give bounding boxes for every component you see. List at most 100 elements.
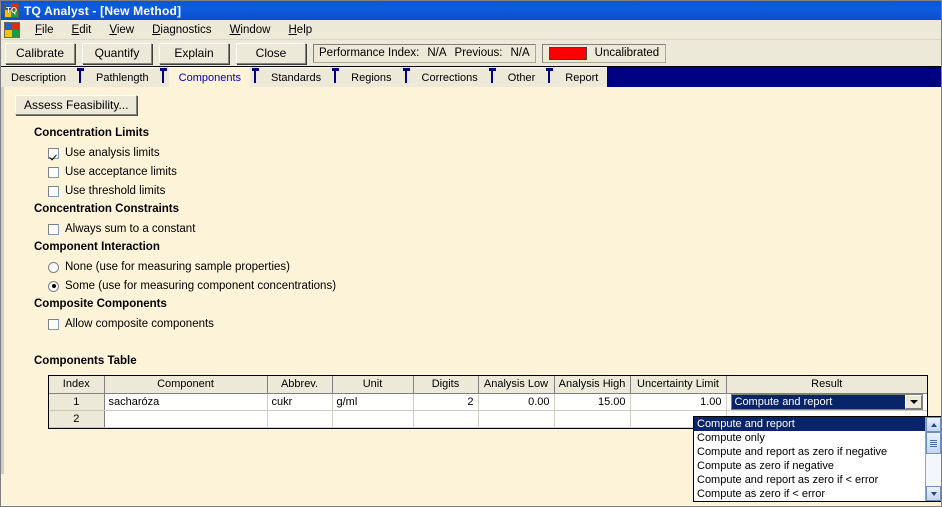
result-dropdown-list[interactable]: Compute and report Compute only Compute … [693,416,941,502]
result-combobox[interactable]: Compute and report [730,393,923,409]
assess-feasibility-button[interactable]: Assess Feasibility... [15,95,138,115]
chevron-down-icon[interactable] [905,394,922,409]
tab-regions[interactable]: Regions [341,67,401,87]
cell-analysis-high[interactable] [554,410,631,428]
menu-item-file[interactable]: File [26,22,63,38]
menu-item-file-rest: ile [42,23,54,36]
scroll-down-icon[interactable] [926,486,941,501]
checkbox-label: Use threshold limits [65,185,166,197]
scroll-up-icon[interactable] [926,417,941,432]
dropdown-option-compute-zero-if-negative[interactable]: Compute as zero if negative [694,459,925,473]
group-heading-component-interaction: Component Interaction [34,241,160,253]
cell-component[interactable] [104,410,268,428]
performance-index-label: Performance Index: [319,47,420,59]
cell-abbrev[interactable]: cukr [267,393,333,411]
radio-label: None (use for measuring sample propertie… [65,261,290,273]
tab-pathlength[interactable]: Pathlength [86,67,158,87]
main-toolbar: Calibrate Quantify Explain Close Perform… [1,40,941,66]
group-heading-concentration-limits: Concentration Limits [34,127,150,139]
dropdown-scrollbar[interactable] [925,417,941,501]
checkbox-box[interactable] [48,318,59,330]
cell-unit[interactable]: g/ml [332,393,414,411]
checkbox-box[interactable] [48,147,59,159]
tab-standards[interactable]: Standards [261,67,331,87]
tab-report[interactable]: Report [555,67,608,87]
tab-separator [486,67,498,87]
scrollbar-thumb[interactable] [926,432,941,454]
menu-item-edit-rest: dit [79,23,92,36]
dropdown-option-compute-only[interactable]: Compute only [694,431,925,445]
cell-component[interactable]: sacharóza [104,393,268,411]
menu-bar: File Edit View Diagnostics Window Help [1,20,941,40]
explain-button[interactable]: Explain [159,42,229,64]
menu-item-diagnostics[interactable]: Diagnostics [143,22,220,38]
column-header-abbrev[interactable]: Abbrev. [267,376,333,394]
cell-digits[interactable]: 2 [413,393,479,411]
scrollbar-track[interactable] [926,432,941,486]
checkbox-label: Use acceptance limits [65,166,177,178]
column-header-index[interactable]: Index [49,376,105,394]
column-header-digits[interactable]: Digits [413,376,479,394]
cell-index: 1 [49,393,105,411]
tab-separator [250,67,262,87]
group-heading-composite-components: Composite Components [34,298,167,310]
tab-separator [75,67,87,87]
column-header-unit[interactable]: Unit [332,376,414,394]
tq-document-icon[interactable] [4,21,20,38]
column-header-component[interactable]: Component [104,376,268,394]
cell-uncertainty-limit[interactable]: 1.00 [630,393,727,411]
checkbox-box[interactable] [48,185,59,197]
result-combobox-value: Compute and report [731,394,905,409]
checkbox-always-sum-to-constant[interactable]: Always sum to a constant [48,223,195,235]
tab-components[interactable]: Components [168,67,251,87]
menu-item-diagnostics-rest: iagnostics [160,23,212,36]
checkbox-use-acceptance-limits[interactable]: Use acceptance limits [48,166,177,178]
checkbox-allow-composite-components[interactable]: Allow composite components [48,318,214,330]
menu-item-view[interactable]: View [100,22,143,38]
column-header-analysis-low[interactable]: Analysis Low [478,376,555,394]
checkbox-use-analysis-limits[interactable]: Use analysis limits [48,147,160,159]
radio-interaction-none[interactable]: None (use for measuring sample propertie… [48,261,290,273]
method-tab-strip: Description Pathlength Components Standa… [1,66,941,87]
column-header-uncertainty-limit[interactable]: Uncertainty Limit [630,376,727,394]
column-header-result[interactable]: Result [726,376,927,394]
cell-analysis-high[interactable]: 15.00 [554,393,631,411]
tab-separator [544,67,556,87]
dropdown-option-compute-zero-if-less-error[interactable]: Compute as zero if < error [694,487,925,501]
column-header-analysis-high[interactable]: Analysis High [554,376,631,394]
checkbox-use-threshold-limits[interactable]: Use threshold limits [48,185,165,197]
close-button[interactable]: Close [236,42,306,64]
window-title: TQ Analyst - [New Method] [24,3,182,18]
checkbox-box[interactable] [48,166,59,178]
calibrate-button[interactable]: Calibrate [5,42,75,64]
cell-unit[interactable] [332,410,414,428]
menu-item-edit[interactable]: Edit [63,22,101,38]
table-row[interactable]: 1 sacharóza cukr g/ml 2 0.00 15.00 1.00 … [49,393,927,411]
table-header-row: Index Component Abbrev. Unit Digits Anal… [49,376,927,394]
checkbox-label: Always sum to a constant [65,223,196,235]
tq-analyst-window: TQ TQ Analyst - [New Method] File Edit V… [0,0,942,507]
radio-button[interactable] [48,261,59,273]
cell-analysis-low[interactable] [478,410,555,428]
radio-button[interactable] [48,280,59,292]
quantify-button[interactable]: Quantify [82,42,152,64]
tab-corrections[interactable]: Corrections [411,67,487,87]
menu-item-window[interactable]: Window [221,22,280,38]
checkbox-box[interactable] [48,223,59,235]
cell-result[interactable]: Compute and report [726,393,927,411]
cell-abbrev[interactable] [267,410,333,428]
menu-item-help[interactable]: Help [279,22,321,38]
menu-item-window-rest: indow [240,23,271,36]
tab-other[interactable]: Other [497,67,545,87]
cell-analysis-low[interactable]: 0.00 [478,393,555,411]
cell-digits[interactable] [413,410,479,428]
dropdown-option-compute-and-report[interactable]: Compute and report [694,417,925,431]
dropdown-option-compute-and-report-zero-if-less-error[interactable]: Compute and report as zero if < error [694,473,925,487]
calibration-status-label: Uncalibrated [594,47,660,59]
radio-interaction-some[interactable]: Some (use for measuring component concen… [48,280,336,292]
tab-separator [400,67,412,87]
cell-index: 2 [49,410,105,428]
dropdown-option-compute-and-report-zero-if-negative[interactable]: Compute and report as zero if negative [694,445,925,459]
tab-description[interactable]: Description [1,67,76,87]
previous-label: Previous: [454,47,503,59]
